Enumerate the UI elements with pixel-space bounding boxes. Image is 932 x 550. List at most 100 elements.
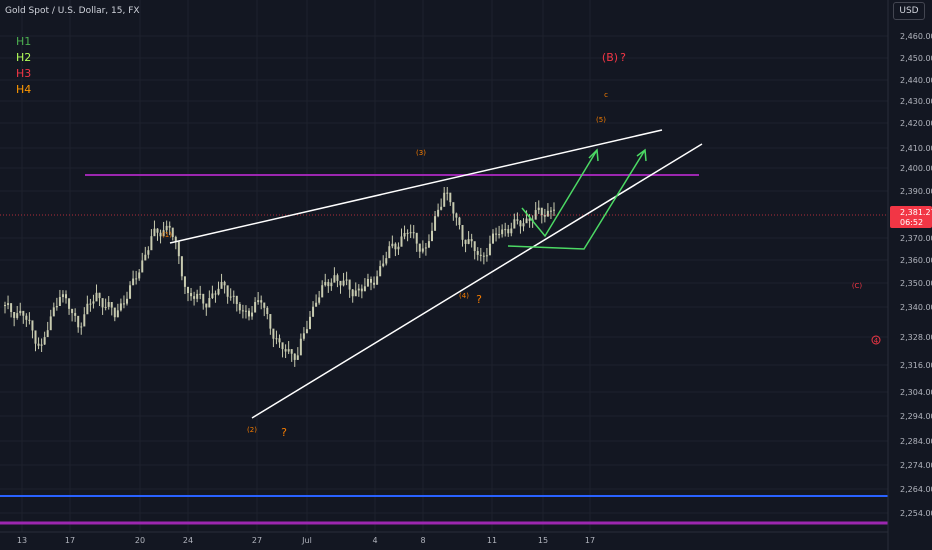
candle-body xyxy=(183,276,186,287)
time-tick-label: 13 xyxy=(17,536,27,545)
lower-trendline xyxy=(251,143,703,419)
time-axis[interactable]: 13 17 20 24 27 Jul 4 8 11 15 17 xyxy=(0,531,888,545)
candle-body xyxy=(534,210,537,220)
candle-body xyxy=(113,307,116,318)
candle-body xyxy=(65,294,67,299)
wave-label-B: (B) xyxy=(602,51,618,64)
candle-body xyxy=(165,225,168,231)
candle-body xyxy=(357,288,360,291)
price-tick-label: 2,350.00 xyxy=(900,279,932,288)
candle-body xyxy=(449,192,452,203)
price-tick-label: 2,328.00 xyxy=(900,333,932,342)
candle-body xyxy=(379,266,382,277)
candle-body xyxy=(150,236,153,251)
candle-body xyxy=(269,314,272,329)
candle-body xyxy=(168,225,171,228)
price-tick-label: 2,340.00 xyxy=(900,303,932,312)
price-tick-label: 2,294.00 xyxy=(900,412,932,421)
candle-body xyxy=(504,229,507,231)
candle-body xyxy=(156,228,159,233)
candle-body xyxy=(370,278,372,283)
candle-body xyxy=(315,302,318,307)
candle-body xyxy=(187,286,189,294)
price-axis[interactable]: 2,460.00 2,450.00 2,440.00 2,430.00 2,420.00… xyxy=(887,0,932,550)
candle-body xyxy=(348,279,351,290)
wave-labels: (1) (2) ? (3) (4) ? (5) c (B) ? (C) 4 xyxy=(162,51,881,439)
candle-body xyxy=(296,355,299,360)
candle-body xyxy=(363,286,366,292)
legend-item-h2: H2 xyxy=(16,51,32,64)
candle-body xyxy=(190,293,193,297)
time-tick-label: 4 xyxy=(372,536,377,545)
arrow-path-2 xyxy=(507,149,646,250)
candle-body xyxy=(549,210,552,212)
candle-body xyxy=(52,307,55,317)
candle-body xyxy=(473,241,476,252)
candle-body xyxy=(510,228,513,234)
candle-body xyxy=(446,192,449,194)
candle-body xyxy=(333,275,336,283)
candle-body xyxy=(119,303,122,311)
candle-body xyxy=(284,349,287,352)
candle-body xyxy=(543,215,546,217)
candle-body xyxy=(467,239,470,244)
candle-body xyxy=(409,232,412,234)
candle-body xyxy=(513,219,516,229)
wave-label-c: c xyxy=(604,91,608,99)
candle-body xyxy=(107,302,110,307)
candle-body xyxy=(293,353,296,360)
candle-body xyxy=(336,275,339,281)
wave-label-5: (5) xyxy=(596,116,606,124)
price-tick-label: 2,410.00 xyxy=(900,144,932,153)
candle-body xyxy=(196,293,199,299)
candle-body xyxy=(522,223,525,227)
candle-body xyxy=(138,272,141,279)
candle-body xyxy=(141,260,144,273)
candle-body xyxy=(235,295,238,305)
candle-body xyxy=(412,232,415,234)
candle-body xyxy=(455,213,458,218)
time-tick-label: 15 xyxy=(538,536,548,545)
candle-body xyxy=(540,207,543,216)
candle-body xyxy=(95,292,98,302)
candle-body xyxy=(388,246,391,259)
price-tick-label: 2,420.00 xyxy=(900,119,932,128)
candle-body xyxy=(254,302,257,313)
candle-body xyxy=(251,312,254,317)
candle-body xyxy=(248,310,250,317)
candle-body xyxy=(77,315,80,328)
candle-body xyxy=(153,228,156,237)
candle-body xyxy=(330,282,333,287)
candle-body xyxy=(144,254,147,261)
time-tick-label: 20 xyxy=(135,536,145,545)
candle-body xyxy=(354,290,357,297)
candle-body xyxy=(211,293,214,299)
time-tick-label: 11 xyxy=(487,536,497,545)
arrow-path-1 xyxy=(521,149,598,238)
chart-canvas[interactable]: (1) (2)? (3) (4)? (5) c (B)? (C) 4 2,460.00 2,450… xyxy=(0,0,932,550)
legend-item-h4: H4 xyxy=(16,83,32,96)
candle-body xyxy=(479,254,482,256)
candle-body xyxy=(55,305,58,308)
time-tick-label: 27 xyxy=(252,536,262,545)
candle-body xyxy=(177,241,180,257)
wave-question-4: ? xyxy=(476,293,482,306)
candle-body xyxy=(321,285,324,298)
candle-body xyxy=(193,296,196,299)
candle-body xyxy=(101,298,104,308)
projection-arrows xyxy=(507,148,647,250)
candle-body xyxy=(434,216,437,231)
candle-body xyxy=(458,217,461,225)
candle-body xyxy=(443,192,446,207)
price-tick-label: 2,274.00 xyxy=(900,461,932,470)
candle-body xyxy=(22,310,25,316)
candle-body xyxy=(525,218,528,224)
candle-body xyxy=(275,338,278,340)
currency-button[interactable]: USD xyxy=(893,2,925,20)
candle-body xyxy=(324,282,327,286)
candle-body xyxy=(345,279,348,281)
candle-body xyxy=(25,315,28,320)
candle-body xyxy=(431,230,433,242)
price-tick-label: 2,400.00 xyxy=(900,164,932,173)
candle-body xyxy=(49,316,52,331)
